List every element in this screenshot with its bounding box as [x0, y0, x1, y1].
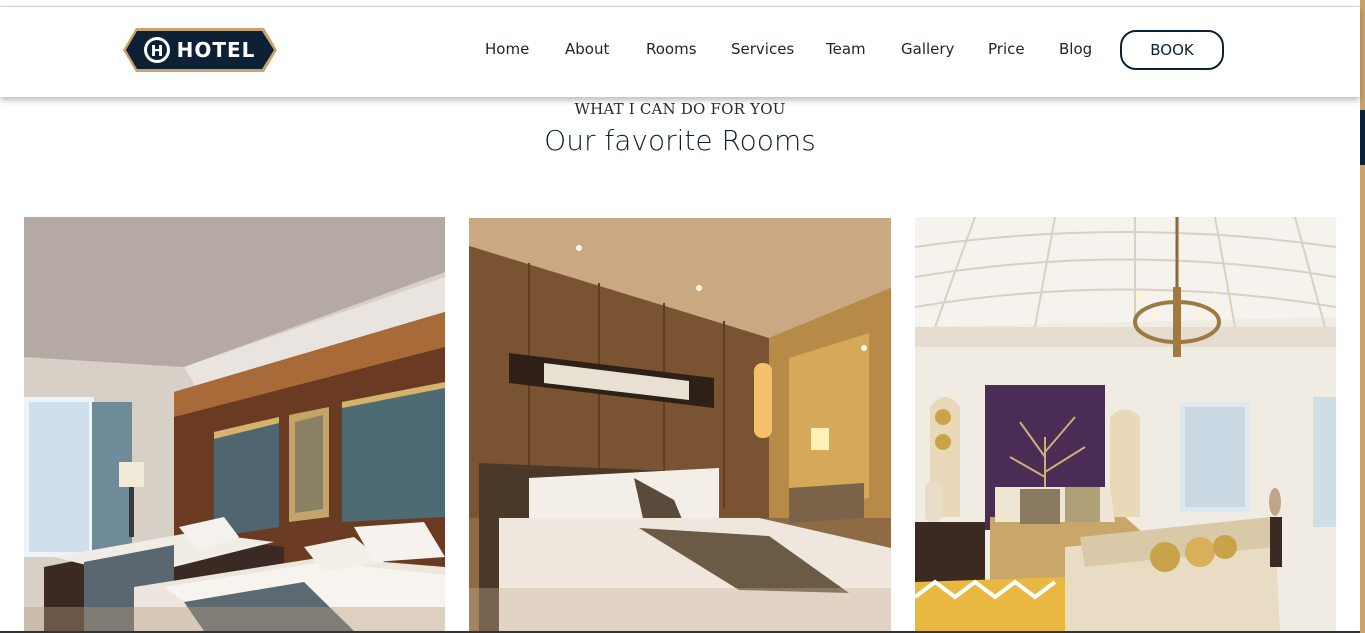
room-photo-twin — [24, 217, 445, 631]
hotel-logo[interactable]: H HOTEL — [122, 27, 278, 73]
room-card-king[interactable] — [469, 218, 891, 631]
section-eyebrow: WHAT I CAN DO FOR YOU — [574, 100, 786, 118]
nav-gallery[interactable]: Gallery — [901, 40, 954, 58]
logo-mark: H — [151, 42, 164, 60]
nav-services[interactable]: Services — [731, 40, 794, 58]
nav-rooms[interactable]: Rooms — [646, 40, 697, 58]
scrollbar-track[interactable] — [1360, 0, 1365, 633]
book-button[interactable]: BOOK — [1120, 30, 1224, 70]
nav-price[interactable]: Price — [988, 40, 1025, 58]
nav-about[interactable]: About — [565, 40, 609, 58]
room-photo-suite — [915, 217, 1336, 631]
room-card-suite[interactable] — [915, 217, 1336, 631]
room-card-twin[interactable] — [24, 217, 445, 631]
logo-text: HOTEL — [177, 38, 256, 62]
section-title: Our favorite Rooms — [544, 124, 816, 157]
nav-team[interactable]: Team — [826, 40, 866, 58]
room-photo-king — [469, 218, 891, 631]
scrollbar-thumb[interactable] — [1360, 110, 1365, 165]
site-header: H HOTEL Home About Rooms Services Team G… — [0, 7, 1360, 97]
nav-blog[interactable]: Blog — [1059, 40, 1092, 58]
nav-home[interactable]: Home — [485, 40, 529, 58]
